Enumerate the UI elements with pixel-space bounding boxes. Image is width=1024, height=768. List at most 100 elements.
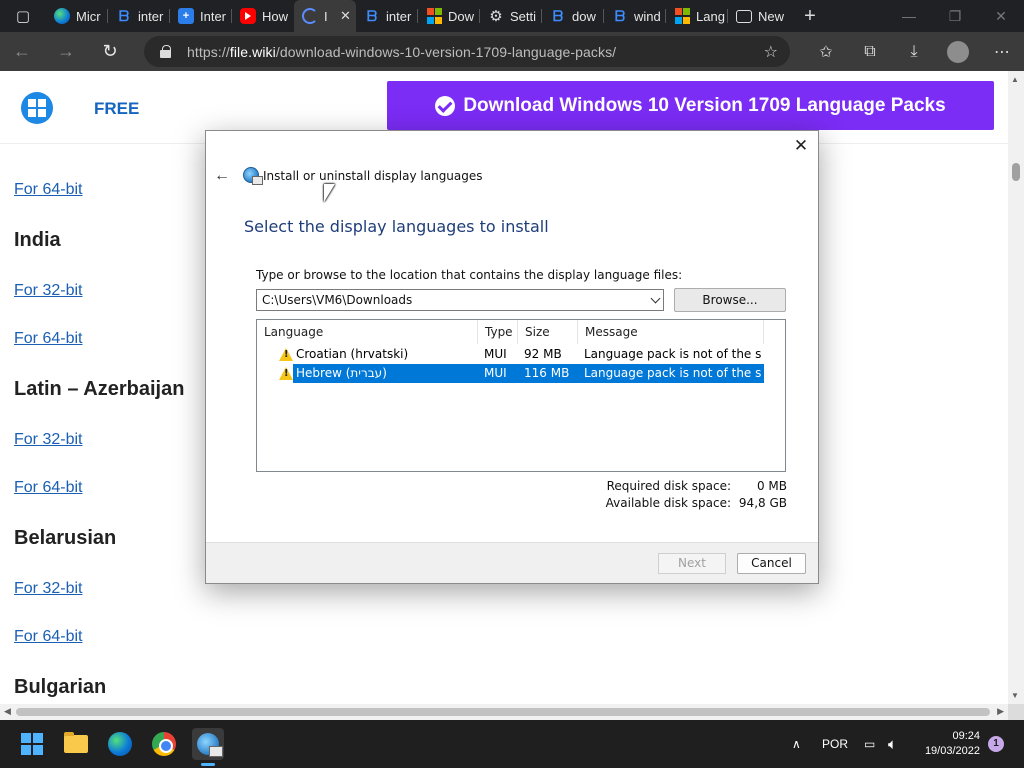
warning-icon — [279, 348, 293, 361]
add-favorite-icon[interactable]: ☆ — [764, 42, 778, 62]
chrome-icon — [152, 732, 176, 756]
date: 19/03/2022 — [924, 745, 980, 757]
vertical-scrollbar[interactable]: ▲ ▼ — [1008, 71, 1024, 704]
download-banner-button[interactable]: Download Windows 10 Version 1709 Languag… — [387, 81, 994, 130]
address-bar[interactable]: https://file.wiki/download-windows-10-ve… — [144, 36, 790, 67]
bing-icon: ᗷ — [614, 7, 626, 24]
tab-actions-icon[interactable]: ▢ — [0, 0, 46, 32]
cancel-button[interactable]: Cancel — [737, 553, 806, 574]
language-heading: Latin – Azerbaijan — [14, 378, 185, 400]
language-install-dialog: ✕ ← Install or uninstall display languag… — [205, 130, 819, 584]
back-arrow-icon[interactable]: ← — [0, 32, 44, 71]
tab-3[interactable]: + Inter — [170, 0, 232, 32]
bing-icon: ᗷ — [366, 7, 378, 24]
lock-icon[interactable] — [160, 45, 171, 58]
tab-11[interactable]: Lang — [666, 0, 728, 32]
more-menu-icon[interactable]: ⋯ — [980, 32, 1024, 71]
microsoft-icon — [426, 8, 442, 24]
downloads-icon[interactable]: ⤓ — [892, 32, 936, 71]
download-link[interactable]: For 64-bit — [14, 330, 82, 348]
clock[interactable]: 09:24 19/03/2022 — [925, 729, 980, 759]
column-header-type[interactable]: Type — [478, 320, 518, 344]
reload-icon[interactable]: ↻ — [88, 32, 132, 71]
toolbar-right: ✩ ⧉ ⤓ ⋯ — [804, 32, 1024, 71]
tab-9[interactable]: ᗷ dow — [542, 0, 604, 32]
download-link[interactable]: For 64-bit — [14, 628, 82, 646]
new-tab-button[interactable]: + — [790, 0, 830, 32]
table-row[interactable]: Croatian (hrvatski) MUI 92 MB Language p… — [293, 345, 764, 364]
warning-icon — [279, 367, 293, 380]
tab-6[interactable]: ᗷ inter — [356, 0, 418, 32]
network-icon[interactable]: ▭ — [864, 720, 875, 768]
file-explorer-button[interactable] — [60, 728, 92, 760]
close-window-icon[interactable]: ✕ — [978, 0, 1024, 32]
plus-app-icon: + — [178, 8, 194, 24]
column-header-message[interactable]: Message — [578, 320, 764, 344]
edge-button[interactable] — [104, 728, 136, 760]
time: 09:24 — [952, 730, 980, 742]
chevron-down-icon[interactable] — [650, 293, 661, 304]
show-hidden-icons[interactable]: ∧ — [792, 720, 801, 768]
language-table[interactable]: Language Type Size Message Croatian (hrv… — [256, 319, 786, 472]
minimize-icon[interactable]: — — [886, 0, 932, 32]
bing-icon: ᗷ — [552, 7, 564, 24]
scroll-down-icon[interactable]: ▼ — [1011, 691, 1019, 700]
dialog-heading: Select the display languages to install — [244, 217, 549, 236]
tab-2[interactable]: ᗷ inter — [108, 0, 170, 32]
gear-icon: ⚙ — [489, 8, 503, 25]
back-arrow-icon[interactable]: ← — [214, 167, 230, 185]
maximize-icon[interactable]: ❐ — [932, 0, 978, 32]
scroll-thumb[interactable] — [1012, 163, 1020, 181]
tab-1[interactable]: Micr — [46, 0, 108, 32]
available-space-value: 94,8 GB — [738, 496, 787, 510]
column-header-size[interactable]: Size — [518, 320, 578, 344]
close-icon[interactable]: ✕ — [792, 137, 810, 155]
next-button[interactable]: Next — [658, 553, 726, 574]
tab-5-active[interactable]: I ✕ — [294, 0, 356, 32]
horizontal-scrollbar[interactable]: ◀ ▶ — [0, 704, 1008, 720]
tab-7[interactable]: Dow — [418, 0, 480, 32]
tab-10[interactable]: ᗷ wind — [604, 0, 666, 32]
scroll-left-icon[interactable]: ◀ — [4, 706, 11, 717]
edge-icon — [54, 8, 70, 24]
language-globe-icon — [243, 167, 263, 185]
download-link[interactable]: For 32-bit — [14, 282, 82, 300]
scrollbar-corner — [1008, 704, 1024, 720]
browse-button[interactable]: Browse... — [674, 288, 786, 312]
required-space-value: 0 MB — [756, 479, 787, 493]
location-combobox[interactable]: C:\Users\VM6\Downloads — [256, 289, 664, 311]
loading-icon — [302, 8, 318, 24]
chevron-up-icon[interactable]: ∧ — [792, 737, 801, 751]
download-link[interactable]: For 64-bit — [14, 479, 82, 497]
input-language[interactable]: POR — [822, 720, 848, 768]
download-link[interactable]: For 64-bit — [14, 181, 82, 199]
language-heading: Belarusian — [14, 527, 117, 549]
windows-logo-icon[interactable] — [21, 92, 53, 124]
bing-icon: ᗷ — [118, 7, 130, 24]
download-link[interactable]: For 32-bit — [14, 431, 82, 449]
folder-icon — [64, 732, 88, 753]
mouse-cursor-icon — [324, 184, 335, 202]
tab-4[interactable]: How — [232, 0, 294, 32]
dialog-title: Install or uninstall display languages — [263, 169, 483, 183]
download-link[interactable]: For 32-bit — [14, 580, 82, 598]
tab-12[interactable]: New — [728, 0, 790, 32]
profile-avatar[interactable] — [947, 40, 969, 63]
column-header-language[interactable]: Language — [257, 320, 478, 344]
scroll-up-icon[interactable]: ▲ — [1011, 75, 1019, 84]
language-settings-button[interactable] — [192, 728, 224, 766]
scroll-right-icon[interactable]: ▶ — [997, 706, 1004, 717]
close-tab-icon[interactable]: ✕ — [340, 8, 351, 24]
notification-badge[interactable]: 1 — [988, 736, 1004, 752]
tab-strip: ▢ Micr ᗷ inter + Inter How I ✕ ᗷ inter D… — [0, 0, 1024, 32]
table-row-selected[interactable]: Hebrew (עברית) MUI 116 MB Language pack … — [293, 364, 764, 383]
chrome-button[interactable] — [148, 728, 180, 760]
url-text[interactable]: https://file.wiki/download-windows-10-ve… — [187, 44, 616, 60]
volume-icon[interactable]: 🔈︎ — [888, 720, 897, 768]
favorites-icon[interactable]: ✩ — [804, 32, 848, 71]
scroll-thumb[interactable] — [16, 708, 990, 716]
start-button[interactable] — [16, 728, 48, 760]
forward-arrow-icon[interactable]: → — [44, 32, 88, 71]
tab-8[interactable]: ⚙ Setti — [480, 0, 542, 32]
collections-icon[interactable]: ⧉ — [848, 32, 892, 71]
